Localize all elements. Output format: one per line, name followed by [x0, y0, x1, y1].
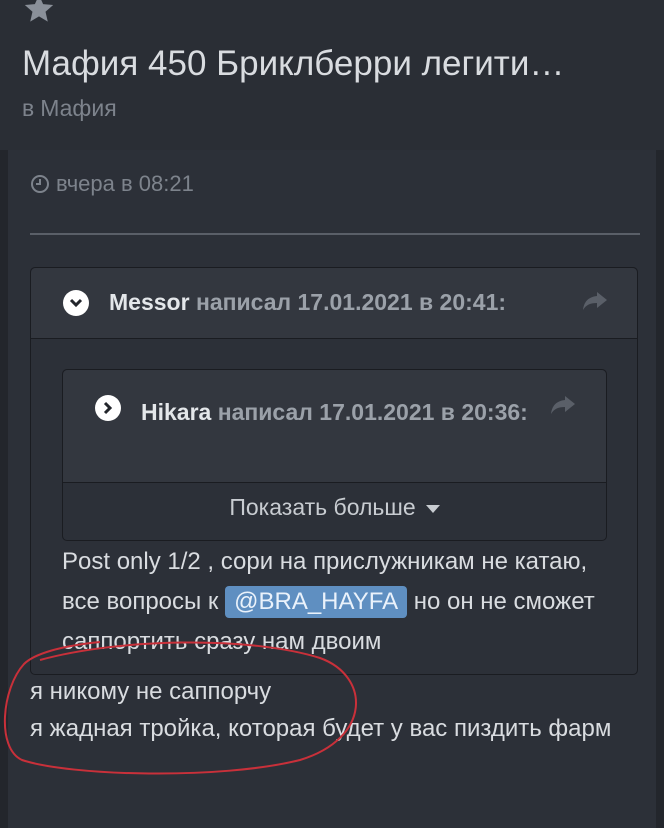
share-icon[interactable]: [581, 290, 609, 312]
thread-title: Мафия 450 Бриклберри легити…: [22, 44, 565, 83]
share-icon[interactable]: [549, 394, 577, 416]
show-more-label: Показать больше: [229, 494, 416, 520]
quote-meta: написал 17.01.2021 в 20:41:: [195, 289, 507, 315]
chevron-down-icon[interactable]: [63, 290, 89, 316]
quote-outer-attribution: Messor написал 17.01.2021 в 20:41:: [109, 289, 506, 316]
reply-line: я жадная тройка, которая будет у вас пиз…: [30, 715, 612, 742]
caret-down-icon: [425, 504, 440, 513]
reply-line: я никому не саппорчу: [30, 678, 272, 705]
reply-text: я никому не саппорчу я жадная тройка, ко…: [30, 673, 650, 747]
quoted-text: Post only 1/2 , сори на прислужникам не …: [62, 542, 622, 662]
quote-inner-attribution: Hikara написал 17.01.2021 в 20:36:: [95, 390, 535, 434]
thread-header: Мафия 450 Бриклберри легити… в Мафия: [0, 0, 664, 150]
post-timestamp[interactable]: вчера в 08:21: [30, 171, 194, 197]
quote-author[interactable]: Messor: [109, 289, 190, 315]
forum-prefix: в: [22, 95, 35, 121]
quote-inner-header: Hikara написал 17.01.2021 в 20:36:: [63, 370, 606, 483]
divider: [30, 233, 640, 235]
clock-icon: [31, 175, 49, 193]
user-mention[interactable]: @BRA_HAYFA: [225, 586, 408, 618]
post-time: вчера в 08:21: [56, 171, 194, 196]
quote-inner: Hikara написал 17.01.2021 в 20:36: Показ…: [62, 369, 607, 541]
quote-outer-header: Messor написал 17.01.2021 в 20:41:: [31, 268, 637, 339]
quote-author[interactable]: Hikara: [141, 399, 211, 425]
star-icon[interactable]: [22, 0, 56, 26]
forum-link[interactable]: Мафия: [40, 95, 116, 121]
quote-meta: написал 17.01.2021 в 20:36:: [217, 399, 528, 425]
show-more-button[interactable]: Показать больше: [63, 494, 606, 521]
forum-breadcrumb: в Мафия: [22, 95, 117, 122]
